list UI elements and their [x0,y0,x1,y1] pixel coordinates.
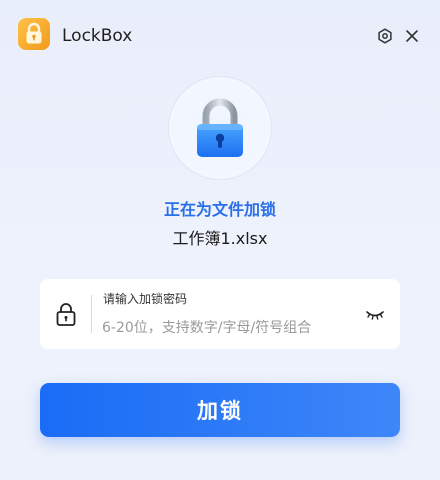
field-divider [91,295,92,333]
password-label: 请输入加锁密码 [103,292,188,306]
password-input[interactable] [102,316,358,340]
app-logo-icon [18,18,50,50]
title-bar: LockBox [0,0,440,70]
password-field: 请输入加锁密码 [40,279,400,349]
close-icon[interactable] [403,27,421,45]
lock-hero [168,76,272,180]
lockbox-window: LockBox 正在为文件加锁 工作簿1.xlsx 请输入加锁密码 加锁 [0,0,440,480]
gear-icon[interactable] [376,27,394,45]
file-name: 工作簿1.xlsx [172,229,268,248]
lock-status-text: 正在为文件加锁 [163,200,276,219]
eye-closed-icon[interactable] [364,305,386,323]
lock-button[interactable]: 加锁 [40,383,400,437]
app-title: LockBox [62,26,133,46]
lock-outline-icon [56,303,76,326]
padlock-icon [197,98,243,157]
